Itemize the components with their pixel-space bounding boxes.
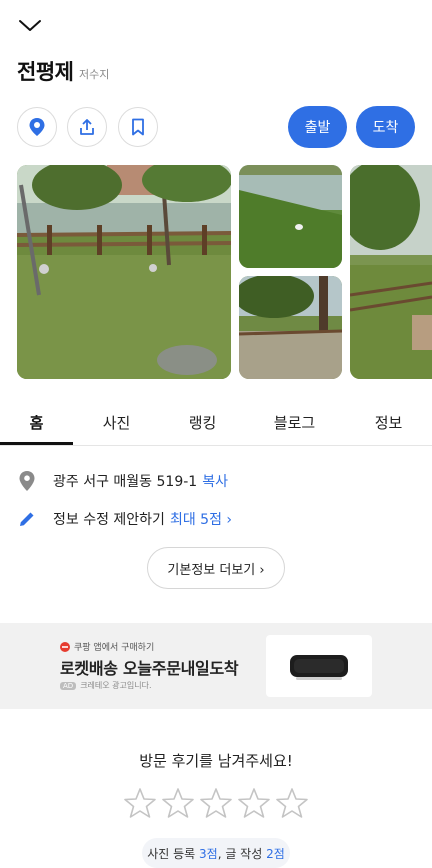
star-icon[interactable]	[238, 787, 270, 819]
edit-reward-link[interactable]: 최대 5점 ›	[170, 509, 232, 529]
address-text: 광주 서구 매월동 519-1	[53, 474, 198, 490]
depart-button[interactable]: 출발	[288, 106, 347, 148]
chevron-down-icon[interactable]	[18, 16, 42, 36]
edit-suggest-row[interactable]: 정보 수정 제안하기 최대 5점 ›	[18, 509, 232, 529]
coupang-logo-icon	[60, 641, 70, 652]
chip-prefix: 사진 등록	[147, 846, 196, 861]
location-pin-icon	[19, 471, 35, 491]
tab-photos[interactable]: 사진	[80, 400, 153, 445]
ad-headline: 로켓배송 오늘주문내일도착	[60, 659, 239, 678]
arrive-button[interactable]: 도착	[356, 106, 415, 148]
ad-product-image[interactable]	[266, 635, 372, 697]
star-icon[interactable]	[124, 787, 156, 819]
address-row: 광주 서구 매월동 519-1 복사	[18, 470, 228, 492]
photo-thumb-1[interactable]	[239, 165, 342, 268]
page-title: 전평제	[17, 60, 74, 84]
share-button[interactable]	[67, 107, 107, 147]
tab-info[interactable]: 정보	[352, 400, 425, 445]
more-info-button[interactable]: 기본정보 더보기 ›	[147, 547, 285, 589]
main-photo[interactable]	[17, 165, 231, 379]
tab-home[interactable]: 홈	[0, 400, 73, 445]
ad-top-text: 쿠팡 앱에서 구매하기	[74, 643, 155, 653]
star-icon[interactable]	[200, 787, 232, 819]
speaker-product-icon	[290, 655, 348, 680]
photo-thumb-2[interactable]	[239, 276, 342, 379]
place-category: 저수지	[79, 68, 110, 81]
chip-mid: , 글 작성	[217, 846, 263, 861]
location-pin-icon	[29, 118, 45, 136]
copy-address-link[interactable]: 복사	[202, 471, 228, 491]
star-icon[interactable]	[162, 787, 194, 819]
active-tab-indicator	[0, 442, 73, 445]
star-icon[interactable]	[276, 787, 308, 819]
ad-footer: AD 크레테오 광고입니다.	[60, 680, 152, 691]
ad-footer-text: 크레테오 광고입니다.	[80, 681, 152, 690]
edit-suggest-text: 정보 수정 제안하기	[53, 512, 165, 528]
ad-badge: AD	[60, 681, 77, 690]
park-fence-photo	[350, 165, 432, 379]
park-path-photo	[239, 276, 342, 379]
star-rating[interactable]	[124, 787, 308, 821]
ad-top-line: 쿠팡 앱에서 구매하기	[60, 640, 154, 653]
review-prompt: 방문 후기를 남겨주세요!	[139, 752, 293, 770]
share-icon	[80, 119, 94, 135]
pencil-icon	[20, 512, 34, 526]
chip-points-text: 2점	[266, 846, 285, 861]
save-location-button[interactable]	[17, 107, 57, 147]
bookmark-button[interactable]	[118, 107, 158, 147]
tab-blog[interactable]: 블로그	[258, 400, 331, 445]
chip-points-photo: 3점	[199, 846, 218, 861]
tab-ranking[interactable]: 랭킹	[166, 400, 239, 445]
reservoir-park-photo	[17, 165, 231, 379]
review-points-chip[interactable]: 사진 등록 3점, 글 작성 2점	[142, 838, 290, 868]
reservoir-photo	[239, 165, 342, 268]
tab-bar: 홈 사진 랭킹 블로그 정보	[0, 400, 432, 446]
bookmark-icon	[132, 118, 144, 136]
photo-thumb-3[interactable]	[350, 165, 432, 379]
